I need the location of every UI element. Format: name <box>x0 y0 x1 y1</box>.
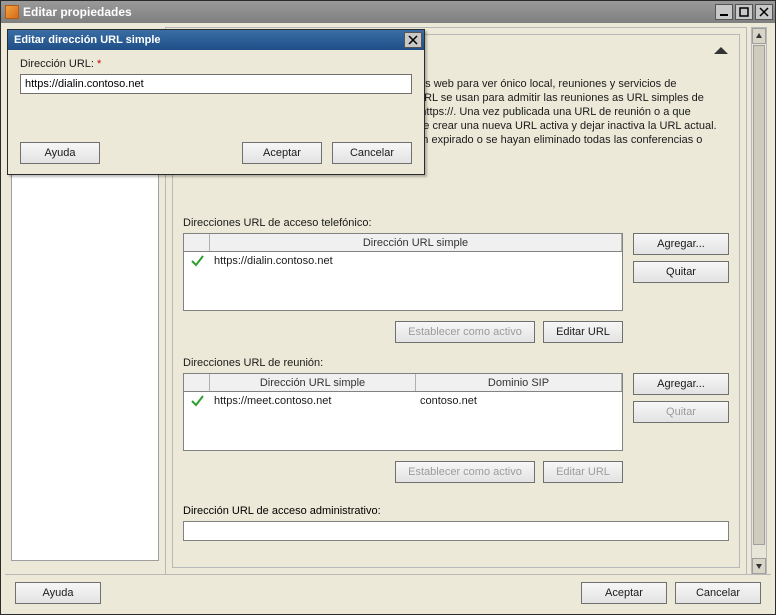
admin-url-input[interactable] <box>183 521 729 541</box>
url-input[interactable] <box>20 74 412 94</box>
vertical-scrollbar[interactable] <box>751 27 767 575</box>
meet-row-sip: contoso.net <box>416 395 622 407</box>
meet-row-url: https://meet.contoso.net <box>210 395 416 407</box>
close-button[interactable] <box>755 4 773 20</box>
left-panel <box>11 171 159 561</box>
dialin-set-active-button[interactable]: Establecer como activo <box>395 321 535 343</box>
edit-url-dialog: Editar dirección URL simple Dirección UR… <box>7 29 425 175</box>
outer-help-button[interactable]: Ayuda <box>15 582 101 604</box>
admin-url-label: Dirección URL de acceso administrativo: <box>183 505 381 517</box>
properties-titlebar[interactable]: Editar propiedades <box>1 1 775 23</box>
edit-url-title: Editar dirección URL simple <box>14 34 161 46</box>
modal-help-button[interactable]: Ayuda <box>20 142 100 164</box>
edit-url-close-button[interactable] <box>404 32 422 48</box>
dialin-remove-button[interactable]: Quitar <box>633 261 729 283</box>
properties-title: Editar propiedades <box>23 5 132 19</box>
dialin-col-url-header: Dirección URL simple <box>210 234 622 251</box>
meet-col-url-header: Dirección URL simple <box>210 374 416 391</box>
bottom-button-bar: Ayuda Aceptar Cancelar <box>5 574 771 610</box>
active-check-icon <box>184 254 210 268</box>
required-asterisk-icon: * <box>97 58 101 70</box>
edit-url-titlebar[interactable]: Editar dirección URL simple <box>8 30 424 50</box>
scroll-down-icon[interactable] <box>752 558 766 574</box>
meet-section-label: Direcciones URL de reunión: <box>183 357 323 369</box>
dialin-add-button[interactable]: Agregar... <box>633 233 729 255</box>
modal-accept-button[interactable]: Aceptar <box>242 142 322 164</box>
app-icon <box>5 5 19 19</box>
scroll-up-icon[interactable] <box>752 28 766 44</box>
maximize-button[interactable] <box>735 4 753 20</box>
meet-add-button[interactable]: Agregar... <box>633 373 729 395</box>
minimize-button[interactable] <box>715 4 733 20</box>
outer-accept-button[interactable]: Aceptar <box>581 582 667 604</box>
meet-remove-button[interactable]: Quitar <box>633 401 729 423</box>
table-row[interactable]: https://meet.contoso.net contoso.net <box>184 392 622 410</box>
scroll-thumb[interactable] <box>753 45 765 545</box>
meet-table: Dirección URL simple Dominio SIP https:/… <box>183 373 623 451</box>
dialin-table: Dirección URL simple https://dialin.cont… <box>183 233 623 311</box>
dialin-row-url: https://dialin.contoso.net <box>210 255 333 267</box>
table-row[interactable]: https://dialin.contoso.net <box>184 252 622 270</box>
url-field-label: Dirección URL: <box>20 58 94 70</box>
active-check-icon <box>184 394 210 408</box>
properties-window: Editar propiedades y estos las usarán pa… <box>0 0 776 615</box>
meet-edit-button[interactable]: Editar URL <box>543 461 623 483</box>
outer-cancel-button[interactable]: Cancelar <box>675 582 761 604</box>
meet-col-sip-header: Dominio SIP <box>416 374 622 391</box>
collapse-toggle[interactable] <box>709 43 733 59</box>
dialin-section-label: Direcciones URL de acceso telefónico: <box>183 217 372 229</box>
meet-set-active-button[interactable]: Establecer como activo <box>395 461 535 483</box>
dialin-edit-button[interactable]: Editar URL <box>543 321 623 343</box>
modal-cancel-button[interactable]: Cancelar <box>332 142 412 164</box>
